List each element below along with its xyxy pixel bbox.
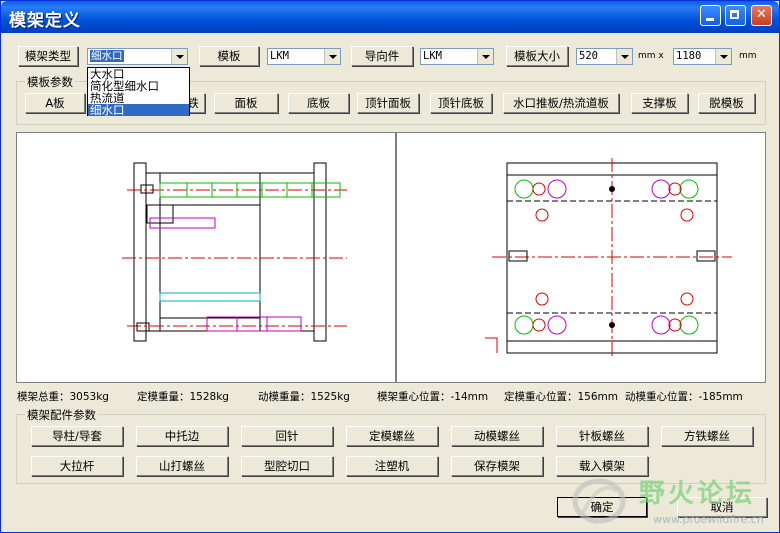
param-button-top-plate[interactable]: 面板: [214, 93, 278, 113]
chevron-down-icon[interactable]: [171, 49, 187, 64]
moving-screw-button[interactable]: 动模螺丝: [451, 426, 543, 446]
guide-button[interactable]: 导向件: [351, 46, 413, 66]
template-button[interactable]: 模板: [199, 46, 259, 66]
plate-size-button[interactable]: 模板大小: [506, 46, 568, 66]
param-button-ejector-bottom[interactable]: 顶针底板: [430, 93, 492, 113]
watermark-logo-icon: [572, 478, 626, 524]
mold-type-combo[interactable]: 细水口: [87, 48, 188, 65]
window-title: 模架定义: [9, 11, 81, 31]
size-width-value: 520: [579, 50, 598, 62]
shoulder-screw-button[interactable]: 山打螺丝: [136, 456, 228, 476]
param-button-a-plate[interactable]: A板: [25, 93, 85, 113]
param-button-runner-plate[interactable]: 水口推板/热流道板: [503, 93, 619, 113]
unit-label-2: mm: [739, 51, 757, 61]
mold-type-dropdown-list[interactable]: 大水口 简化型细水口 热流道 细水口: [87, 67, 190, 116]
fixed-center-text: 定模重心位置：156mm: [504, 391, 618, 403]
side-view-panel: [16, 132, 396, 383]
watermark-url: www.proewildfire.cn: [653, 513, 764, 526]
param-button-ejector-top[interactable]: 顶针面板: [357, 93, 419, 113]
fixed-screw-button[interactable]: 定模螺丝: [346, 426, 438, 446]
center-gravity-text: 模架重心位置：-14mm: [377, 391, 489, 403]
chevron-down-icon[interactable]: [477, 49, 493, 64]
main-window: 模架定义 ✕ 模架类型 细水口 模板 LKM 导向件 LKM 模板大小 520 …: [0, 0, 780, 533]
size-width-combo[interactable]: 520: [576, 48, 633, 65]
chevron-down-icon[interactable]: [715, 49, 731, 64]
return-pin-button[interactable]: 回针: [241, 426, 333, 446]
watermark-title: 野火论坛: [639, 479, 756, 509]
unit-label-1: mm x: [638, 51, 664, 61]
top-view-panel: [396, 132, 766, 383]
pull-rod-button[interactable]: 大拉杆: [31, 456, 123, 476]
close-button[interactable]: ✕: [751, 5, 772, 26]
param-button-stripper-plate[interactable]: 脱模板: [698, 93, 755, 113]
template-combo[interactable]: LKM: [267, 48, 341, 65]
minimize-button[interactable]: [700, 5, 721, 26]
chevron-down-icon[interactable]: [324, 49, 340, 64]
guide-pillar-button[interactable]: 导柱/导套: [31, 426, 123, 446]
square-iron-screw-button[interactable]: 方铁螺丝: [661, 426, 753, 446]
maximize-button[interactable]: [725, 5, 746, 26]
save-mold-button[interactable]: 保存模架: [451, 456, 543, 476]
ejector-screw-button[interactable]: 针板螺丝: [556, 426, 648, 446]
fixed-weight-text: 定模重量：1528kg: [137, 391, 229, 403]
template-params-title: 模板参数: [25, 74, 75, 90]
injection-machine-button[interactable]: 注塑机: [346, 456, 438, 476]
param-button-support-plate[interactable]: 支撑板: [631, 93, 688, 113]
mold-type-value: 细水口: [90, 50, 124, 62]
moving-weight-text: 动模重量：1525kg: [258, 391, 350, 403]
guide-combo[interactable]: LKM: [420, 48, 494, 65]
size-height-combo[interactable]: 1180: [673, 48, 732, 65]
guide-value: LKM: [423, 50, 442, 62]
mold-top-view-drawing: [485, 158, 732, 358]
chevron-down-icon[interactable]: [616, 49, 632, 64]
dropdown-option-selected[interactable]: 细水口: [88, 104, 189, 116]
template-value: LKM: [270, 50, 289, 62]
watermark: 野火论坛 www.proewildfire.cn: [569, 469, 774, 531]
param-button-bottom-plate[interactable]: 底板: [288, 93, 349, 113]
size-height-value: 1180: [676, 50, 702, 62]
mold-type-button[interactable]: 模架类型: [18, 46, 78, 66]
title-bar[interactable]: 模架定义 ✕: [1, 1, 779, 33]
center-support-button[interactable]: 中托边: [136, 426, 228, 446]
total-weight-text: 模架总重：3053kg: [17, 391, 109, 403]
mold-side-view-drawing: [122, 162, 347, 342]
accessories-title: 模架配件参数: [25, 407, 98, 423]
cavity-cut-button[interactable]: 型腔切口: [241, 456, 333, 476]
moving-center-text: 动模重心位置：-185mm: [625, 391, 743, 403]
